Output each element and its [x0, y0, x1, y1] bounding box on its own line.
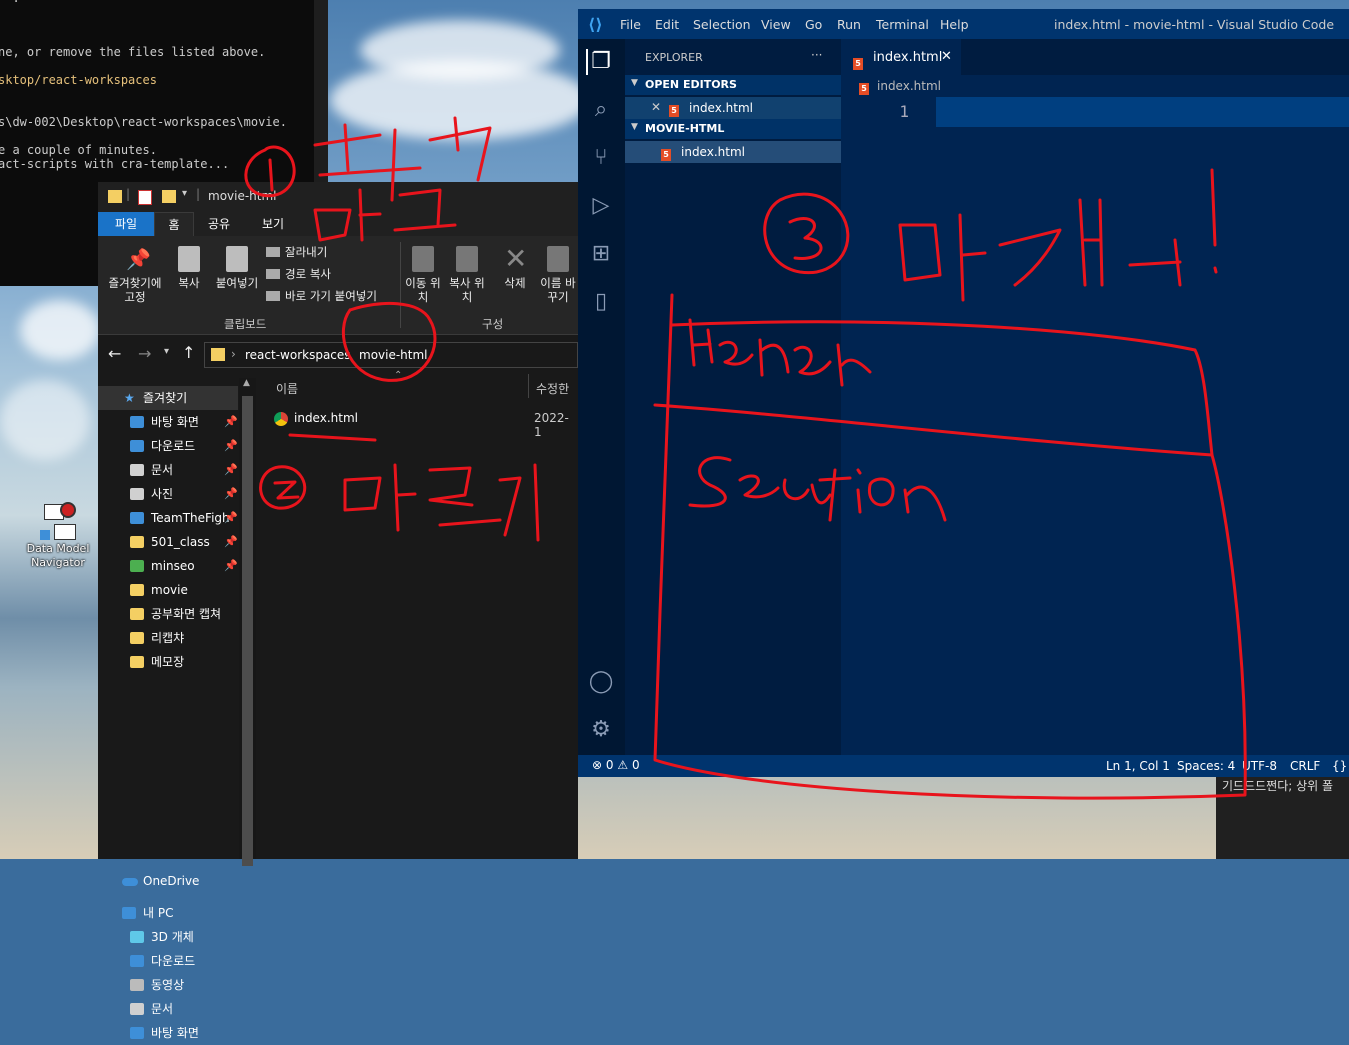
annotation-underline-file: [288, 433, 377, 442]
annotation-text-folder: [313, 116, 492, 202]
nav-item[interactable]: 3D 개체: [98, 925, 238, 949]
video-icon: [130, 979, 144, 991]
annotation-circle-two: [259, 465, 307, 510]
annotation-wireframe-box: [653, 293, 1247, 800]
download-icon: [130, 955, 144, 967]
annotation-circle-three: [763, 192, 850, 275]
nav-label: 동영상: [151, 978, 185, 992]
annotation-three-stroke: [788, 216, 823, 260]
annotation-two-stroke: [273, 480, 300, 500]
annotation-circle-folder: [341, 301, 437, 382]
document-icon: [130, 1003, 144, 1015]
nav-item[interactable]: 바탕 화면: [98, 1021, 238, 1045]
nav-item-this-pc[interactable]: 내 PC: [98, 901, 238, 925]
annotation-text-markup: [898, 168, 1218, 302]
annotation-header-divider: [653, 403, 1214, 457]
cube-icon: [130, 931, 144, 943]
annotation-one-stroke: [268, 158, 274, 192]
desktop-icon: [130, 1027, 144, 1039]
nav-label: 바탕 화면: [151, 1026, 199, 1040]
nav-label: 내 PC: [143, 906, 174, 920]
nav-item[interactable]: 동영상: [98, 973, 238, 997]
cloud-icon: [122, 878, 138, 886]
pc-icon: [122, 907, 136, 919]
handwritten-annotations: [244, 116, 1247, 800]
annotation-text-make-2: [343, 463, 540, 542]
nav-label: 3D 개체: [151, 930, 194, 944]
nav-item-onedrive[interactable]: OneDrive: [98, 869, 238, 893]
nav-item[interactable]: 다운로드: [98, 949, 238, 973]
annotation-text-section: [688, 456, 947, 522]
annotation-text-header: [688, 318, 872, 387]
nav-label: OneDrive: [143, 874, 200, 888]
nav-item[interactable]: 문서: [98, 997, 238, 1021]
nav-label: 문서: [151, 1002, 174, 1016]
nav-label: 다운로드: [151, 954, 196, 968]
annotation-text-make: [313, 188, 457, 242]
